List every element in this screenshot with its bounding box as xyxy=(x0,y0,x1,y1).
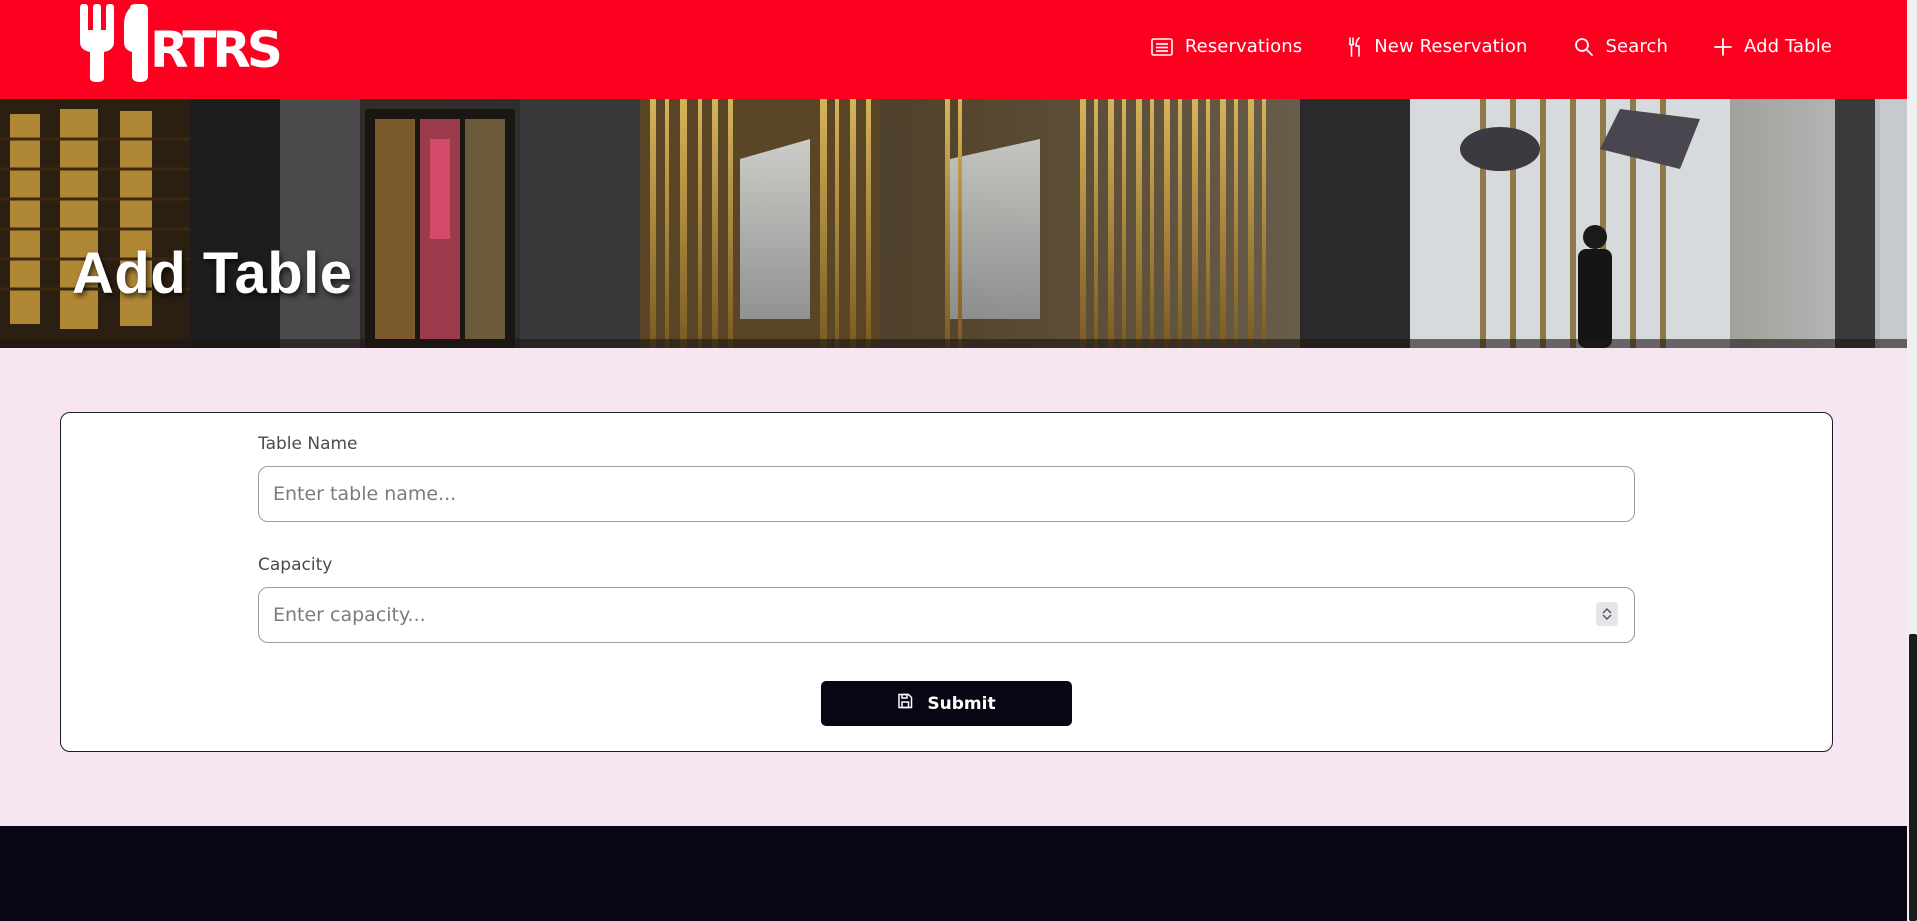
table-name-input[interactable] xyxy=(258,466,1635,522)
top-navbar: RTRS Reservations New Reservation Search… xyxy=(0,0,1907,99)
capacity-input[interactable] xyxy=(258,587,1635,643)
list-icon xyxy=(1151,37,1173,56)
page-scrollbar-thumb[interactable] xyxy=(1909,634,1917,921)
nav-new-reservation-label: New Reservation xyxy=(1374,36,1528,57)
rtrs-logo[interactable]: RTRS xyxy=(80,4,286,82)
plus-icon xyxy=(1714,37,1732,56)
main-content: Table Name Capacity Submit xyxy=(0,348,1907,826)
nav-reservations[interactable]: Reservations xyxy=(1151,36,1302,57)
main-nav: Reservations New Reservation Search Add … xyxy=(1151,0,1832,93)
capacity-stepper[interactable] xyxy=(1596,602,1618,626)
page: RTRS Reservations New Reservation Search… xyxy=(0,0,1917,921)
svg-text:RTRS: RTRS xyxy=(150,21,280,79)
nav-search[interactable]: Search xyxy=(1574,36,1668,57)
page-title: Add Table xyxy=(72,241,353,306)
table-name-label: Table Name xyxy=(258,434,358,454)
nav-reservations-label: Reservations xyxy=(1184,36,1303,57)
search-icon xyxy=(1574,37,1594,57)
hero-banner xyxy=(0,99,1907,348)
hero-background-image xyxy=(0,99,1907,348)
footer xyxy=(0,826,1907,921)
chevron-down-icon[interactable] xyxy=(1602,614,1612,621)
capacity-label: Capacity xyxy=(258,555,333,575)
save-icon xyxy=(897,693,913,714)
add-table-form-card: Table Name Capacity Submit xyxy=(60,412,1833,752)
submit-button-label: Submit xyxy=(927,693,996,714)
chevron-up-icon[interactable] xyxy=(1602,607,1612,614)
nav-new-reservation[interactable]: New Reservation xyxy=(1348,36,1527,57)
fork-knife-icon xyxy=(1348,36,1362,57)
submit-button[interactable]: Submit xyxy=(821,681,1072,726)
nav-add-table[interactable]: Add Table xyxy=(1714,36,1832,57)
nav-add-table-label: Add Table xyxy=(1743,36,1832,57)
nav-search-label: Search xyxy=(1605,36,1668,57)
